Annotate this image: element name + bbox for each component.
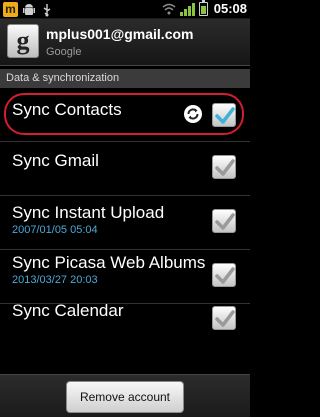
usb-icon [40, 3, 54, 17]
sync-contacts-row[interactable]: Sync Contacts [0, 88, 250, 142]
bottom-bar: Remove account [0, 374, 250, 417]
sync-calendar-checkbox[interactable] [212, 306, 236, 330]
account-header: g mplus001@gmail.com Google [0, 19, 250, 66]
notification-icons: m [3, 2, 54, 17]
sync-item-title: Sync Picasa Web Albums [12, 253, 206, 272]
system-icons: 05:08 [162, 0, 247, 16]
battery-icon [198, 0, 208, 16]
sync-instant-upload-checkbox[interactable] [212, 209, 236, 233]
sync-item-title: Sync Calendar [12, 301, 124, 320]
account-type: Google [46, 46, 82, 58]
sync-instant-upload-row[interactable]: Sync Instant Upload 2007/01/05 05:04 [0, 196, 250, 250]
android-icon [22, 3, 36, 17]
sync-picasa-checkbox[interactable] [212, 263, 236, 287]
sync-icon [183, 104, 203, 124]
sync-item-title: Sync Gmail [12, 151, 99, 170]
sync-item-title: Sync Instant Upload [12, 203, 165, 222]
signal-icon [179, 2, 195, 16]
sync-item-title: Sync Contacts [12, 100, 122, 119]
sync-item-timestamp: 2007/01/05 05:04 [12, 224, 98, 236]
account-email: mplus001@gmail.com [46, 26, 194, 42]
sync-calendar-row[interactable]: Sync Calendar [0, 301, 250, 374]
clock: 05:08 [213, 1, 247, 16]
section-header: Data & synchronization [0, 69, 250, 88]
sync-gmail-row[interactable]: Sync Gmail [0, 142, 250, 196]
sync-item-timestamp: 2013/03/27 20:03 [12, 274, 98, 286]
wifi-icon [162, 2, 176, 16]
status-bar: m 05:08 [0, 0, 250, 19]
sync-contacts-checkbox[interactable] [212, 103, 236, 127]
sync-picasa-row[interactable]: Sync Picasa Web Albums 2013/03/27 20:03 [0, 250, 250, 304]
m-app-icon: m [3, 2, 18, 17]
sync-gmail-checkbox[interactable] [212, 155, 236, 179]
google-logo-icon: g [7, 24, 39, 58]
remove-account-button[interactable]: Remove account [66, 381, 184, 413]
